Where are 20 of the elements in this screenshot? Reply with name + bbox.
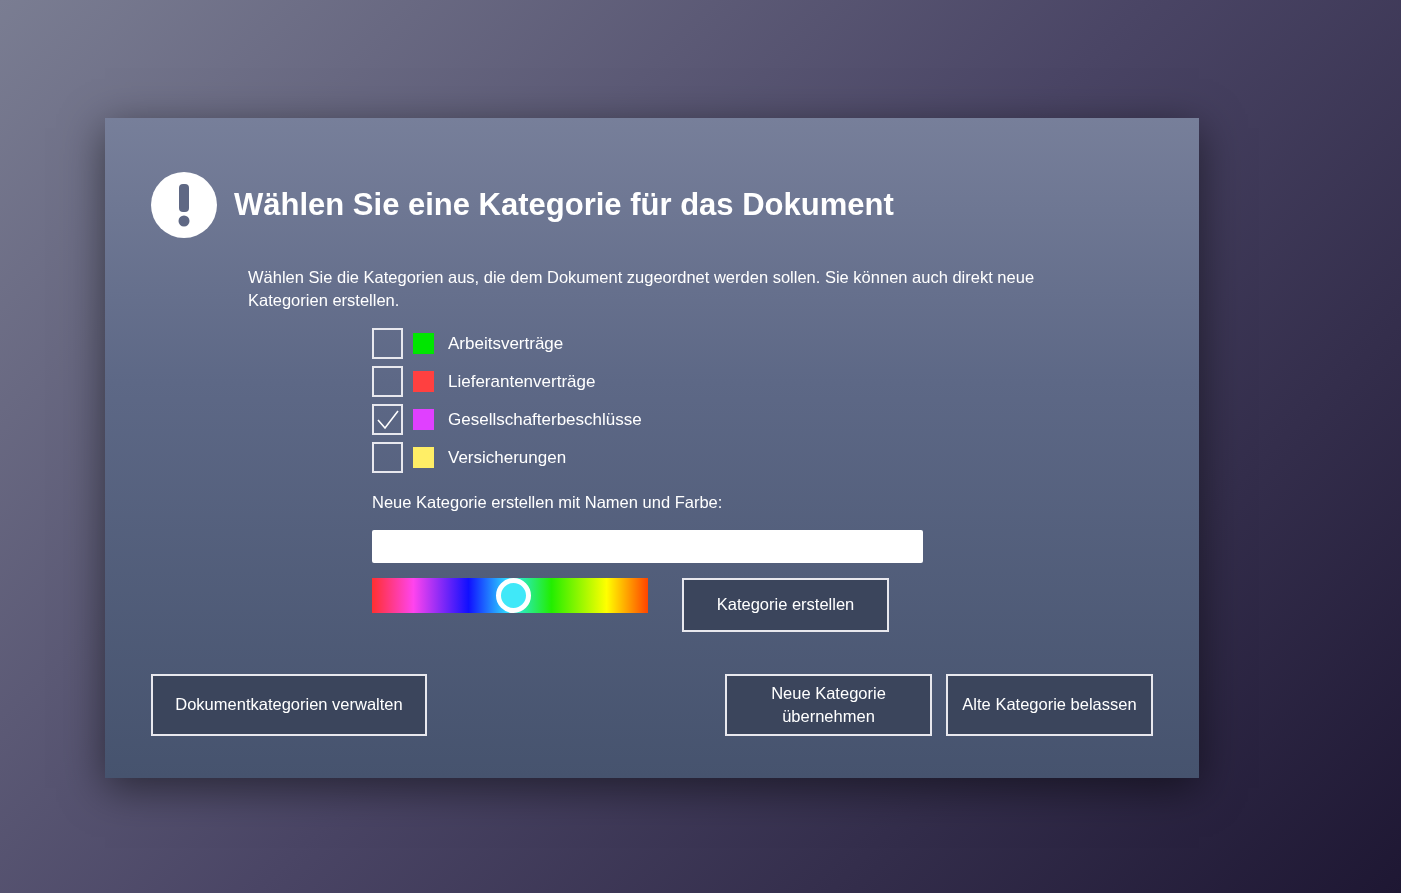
category-label: Versicherungen — [448, 446, 567, 469]
category-label: Arbeitsverträge — [448, 332, 564, 355]
category-label: Lieferantenverträge — [448, 370, 596, 393]
new-category-label: Neue Kategorie erstellen mit Namen und Farbe: — [372, 492, 724, 513]
category-checkbox[interactable] — [372, 442, 403, 473]
category-label: Gesellschafterbeschlüsse — [448, 408, 642, 431]
checkmark-icon — [376, 409, 399, 430]
dialog-button[interactable]: Dokumentkategorien verwalten — [151, 673, 427, 736]
exclamation-icon — [151, 172, 217, 238]
name-input-field[interactable] — [372, 529, 923, 563]
category-checkbox[interactable] — [372, 328, 403, 359]
dialog-button[interactable]: Alte Kategorie belassen — [946, 673, 1153, 736]
category-checkbox[interactable] — [372, 404, 403, 435]
hue-slider-track[interactable] — [372, 577, 648, 613]
create-category-button[interactable]: Kategorie erstellen — [682, 577, 889, 632]
category-checkbox[interactable] — [372, 366, 403, 397]
slider-thumb[interactable] — [495, 577, 531, 613]
description-text: Wählen Sie die Kategorien aus, die dem Dokument zugeordnet werden sollen. Sie können auch direkt neue Kategorien erstellen. — [248, 267, 1036, 311]
dialog-title: Wählen Sie eine Kategorie für das Dokument — [234, 185, 894, 224]
dialog-button[interactable]: Neue Kategorie übernehmen — [725, 673, 932, 736]
